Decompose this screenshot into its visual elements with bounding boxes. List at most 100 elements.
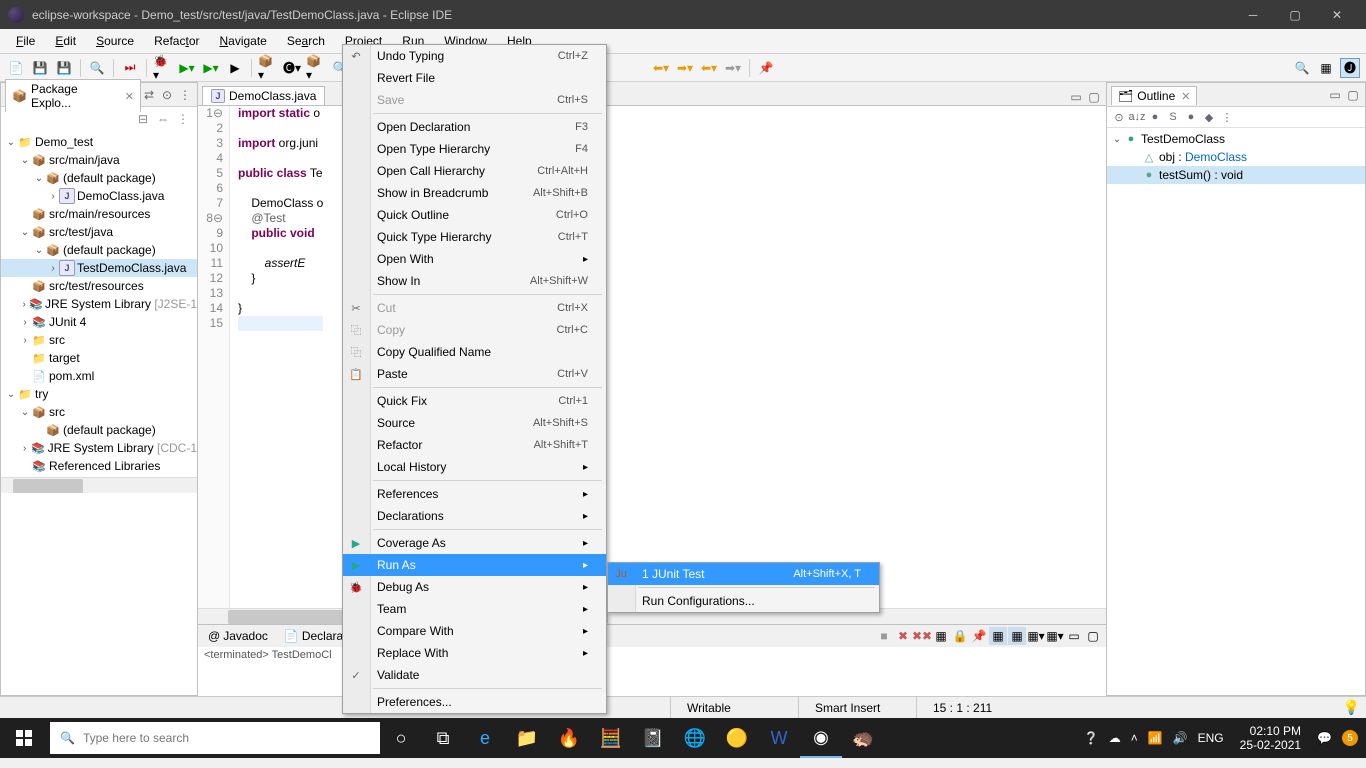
hide-static-icon[interactable]: S	[1165, 109, 1181, 125]
java-perspective-icon[interactable]: 🅙	[1340, 58, 1360, 78]
tree-node[interactable]: ⌄📦(default package)	[1, 169, 197, 187]
help-tray-icon[interactable]: ❔	[1084, 731, 1099, 745]
hide-nonpublic-icon[interactable]: ●	[1183, 109, 1199, 125]
close-button[interactable]: ✕	[1316, 0, 1358, 29]
tree-node[interactable]: ⌄📁try	[1, 385, 197, 403]
forward-icon[interactable]: ➡▾	[675, 58, 695, 78]
removeall-icon[interactable]: ✖✖	[913, 627, 931, 645]
eclipse-taskbar-icon[interactable]: ◉	[800, 718, 842, 758]
menu-item[interactable]: References▸	[343, 483, 606, 505]
menu-item[interactable]: Run Configurations...	[608, 590, 879, 612]
console-icon[interactable]: ▦	[1008, 627, 1026, 645]
tree-node[interactable]: ›📚JUnit 4	[1, 313, 197, 331]
tree-node[interactable]: ›📁src	[1, 331, 197, 349]
notifications-icon[interactable]: 💬	[1317, 731, 1332, 745]
clear-icon[interactable]: ▦	[932, 627, 950, 645]
outline-min-icon[interactable]: ▭	[1327, 87, 1343, 103]
run-as-submenu[interactable]: Ju1 JUnit TestAlt+Shift+X, TRun Configur…	[607, 562, 880, 613]
tip-icon[interactable]: 💡	[1337, 699, 1366, 716]
tree-node[interactable]: ›📚JRE System Library [J2SE-1	[1, 295, 197, 313]
outline-node[interactable]: ●testSum() : void	[1107, 166, 1365, 184]
menu-item[interactable]: Open With▸	[343, 248, 606, 270]
close-icon[interactable]: ✕	[1181, 90, 1190, 103]
max-bottom-icon[interactable]: ▢	[1084, 627, 1102, 645]
link-icon[interactable]: ⇔	[153, 109, 173, 129]
menu-item[interactable]: Local History▸	[343, 456, 606, 478]
app2-icon[interactable]: 🦔	[842, 718, 884, 758]
tree-node[interactable]: ›📚JRE System Library [CDC-1	[1, 439, 197, 457]
menu-item[interactable]: Quick Type HierarchyCtrl+T	[343, 226, 606, 248]
menu-refactor[interactable]: Refactor	[144, 31, 209, 51]
tree-node[interactable]: ⌄📁Demo_test	[1, 133, 197, 151]
menu-item[interactable]: Revert File	[343, 67, 606, 89]
menu-item[interactable]: Show InAlt+Shift+W	[343, 270, 606, 292]
close-icon[interactable]: ✕	[125, 90, 134, 103]
tree-node[interactable]: 📁target	[1, 349, 197, 367]
chrome-icon[interactable]: 🟡	[716, 718, 758, 758]
save-icon[interactable]: 💾	[30, 58, 50, 78]
editor-tab-democlass[interactable]: J DemoClass.java	[202, 86, 325, 105]
scroll-lock-icon[interactable]: 🔒	[951, 627, 969, 645]
start-button[interactable]	[0, 718, 48, 758]
terminate-icon[interactable]: ■	[875, 627, 893, 645]
menu-item[interactable]: Open Type HierarchyF4	[343, 138, 606, 160]
chevron-up-icon[interactable]: ˄	[1131, 731, 1138, 745]
minimize-pane-icon[interactable]: ▭	[1068, 89, 1084, 105]
new-class-icon[interactable]: 🅒▾	[282, 58, 302, 78]
link-editor-icon[interactable]: ⇄	[141, 87, 157, 103]
quick-access-icon[interactable]: 🔍	[1292, 58, 1312, 78]
menu-item[interactable]: Declarations▸	[343, 505, 606, 527]
new-console-icon[interactable]: ▦▾	[1046, 627, 1064, 645]
javadoc-tab[interactable]: @Javadoc	[202, 628, 274, 644]
menu-item[interactable]: SourceAlt+Shift+S	[343, 412, 606, 434]
nav-forward-icon[interactable]: ➡▾	[723, 58, 743, 78]
display-icon[interactable]: ▦	[989, 627, 1007, 645]
skip-breakpoints-icon[interactable]: ⏭	[120, 58, 140, 78]
menu-icon[interactable]: ⋮	[173, 109, 193, 129]
calculator-icon[interactable]: 🧮	[590, 718, 632, 758]
editor-body[interactable]: 1⊖2345678⊖9101112131415 import static o …	[198, 106, 1106, 608]
coverage-dropdown-icon[interactable]: ▶▾	[201, 58, 221, 78]
edge-icon[interactable]: 🌐	[674, 718, 716, 758]
nav-back-icon[interactable]: ⬅▾	[699, 58, 719, 78]
code-area[interactable]: import static o import org.juni public c…	[230, 106, 323, 608]
cloud-tray-icon[interactable]: ☁	[1109, 731, 1121, 745]
package-tree[interactable]: ⌄📁Demo_test⌄📦src/main/java⌄📦(default pac…	[1, 131, 197, 477]
hide-fields-icon[interactable]: ●	[1147, 109, 1163, 125]
tree-node[interactable]: 📦(default package)	[1, 421, 197, 439]
menu-item[interactable]: ↶Undo TypingCtrl+Z	[343, 45, 606, 67]
open-console-icon[interactable]: ▦▾	[1027, 627, 1045, 645]
sort-icon[interactable]: a↓z	[1129, 109, 1145, 125]
tree-node[interactable]: ⌄📦src	[1, 403, 197, 421]
ie-icon[interactable]: e	[464, 718, 506, 758]
maximize-pane-icon[interactable]: ▢	[1086, 89, 1102, 105]
menu-item[interactable]: ⿻Copy Qualified Name	[343, 341, 606, 363]
lang-indicator[interactable]: ENG	[1198, 731, 1224, 745]
menu-item[interactable]: 🐞Debug As▸	[343, 576, 606, 598]
new-package-icon[interactable]: 📦▾	[306, 58, 326, 78]
taskbar-clock[interactable]: 02:10 PM 25-02-2021	[1234, 724, 1307, 752]
remove-icon[interactable]: ✖	[894, 627, 912, 645]
perspective-icon[interactable]: ▦	[1316, 58, 1336, 78]
minimize-button[interactable]: ─	[1232, 0, 1274, 29]
tree-node[interactable]: 📦src/main/resources	[1, 205, 197, 223]
outline-tree[interactable]: ⌄●TestDemoClass△obj : DemoClass●testSum(…	[1107, 128, 1365, 186]
horizontal-scrollbar[interactable]	[1, 477, 197, 493]
menu-search[interactable]: Search	[277, 31, 335, 51]
menu-navigate[interactable]: Navigate	[209, 31, 276, 51]
focus-icon[interactable]: ⊙	[1111, 109, 1127, 125]
cortana-icon[interactable]: ○	[380, 718, 422, 758]
taskview-icon[interactable]: ⧉	[422, 718, 464, 758]
debug-dropdown-icon[interactable]: 🐞▾	[153, 58, 173, 78]
outline-node[interactable]: △obj : DemoClass	[1107, 148, 1365, 166]
word-icon[interactable]: W	[758, 718, 800, 758]
menu-item[interactable]: Open Call HierarchyCtrl+Alt+H	[343, 160, 606, 182]
view-menu-icon[interactable]: ⋮	[177, 87, 193, 103]
outline-max-icon[interactable]: ▢	[1345, 87, 1361, 103]
tree-node[interactable]: 📄pom.xml	[1, 367, 197, 385]
pin-console-icon[interactable]: 📌	[970, 627, 988, 645]
tree-node[interactable]: ›JDemoClass.java	[1, 187, 197, 205]
maximize-button[interactable]: ▢	[1274, 0, 1316, 29]
collapse-icon[interactable]: ⊟	[133, 109, 153, 129]
tree-node[interactable]: ⌄📦(default package)	[1, 241, 197, 259]
